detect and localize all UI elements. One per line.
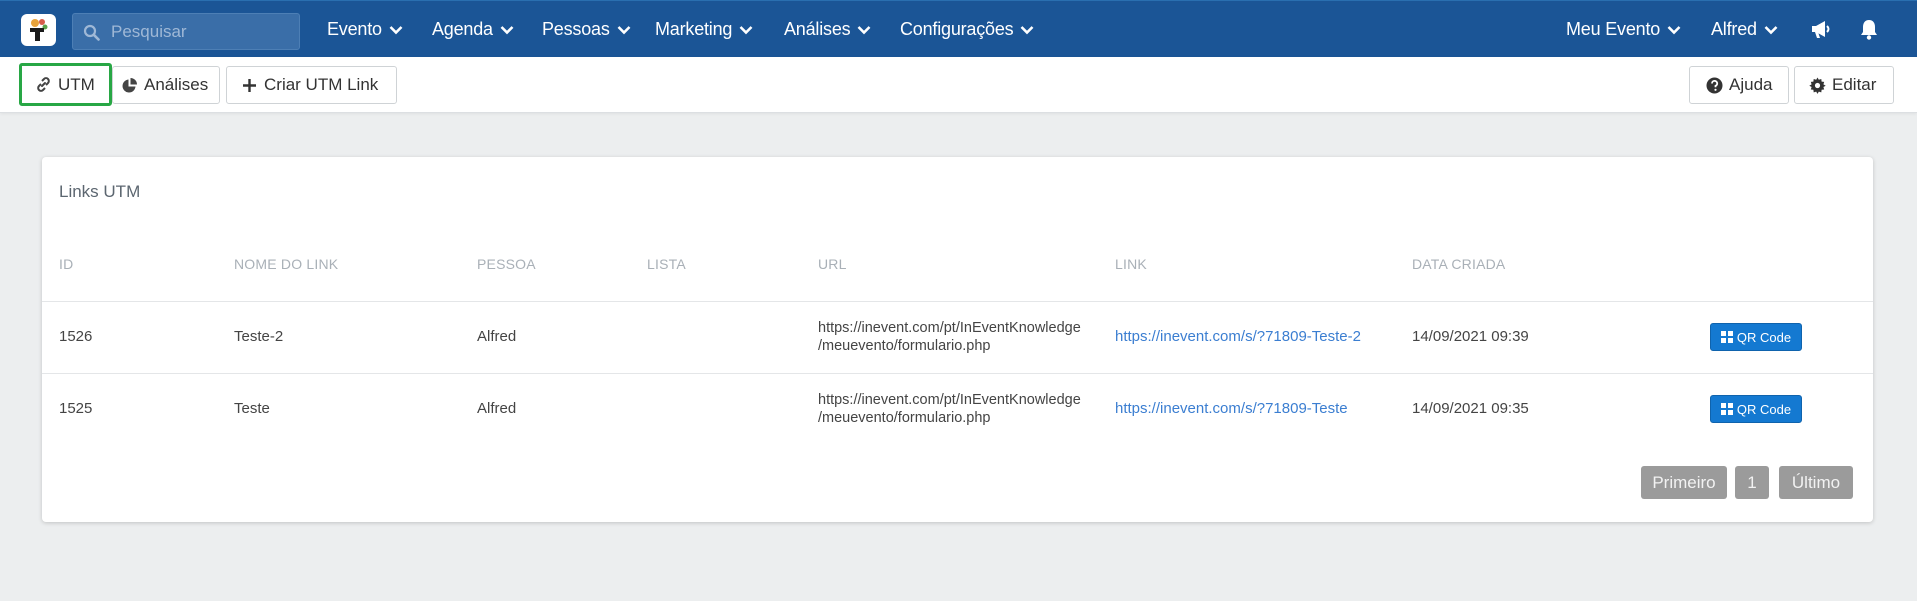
cell-id: 1526 — [59, 328, 93, 345]
help-icon — [1706, 77, 1723, 93]
card-title: Links UTM — [59, 182, 141, 201]
bell-icon[interactable] — [1858, 18, 1880, 40]
nav-analises[interactable]: Análises — [784, 1, 871, 58]
event-selector-label: Meu Evento — [1566, 19, 1661, 39]
pie-chart-icon — [122, 77, 137, 92]
app-logo[interactable] — [21, 14, 56, 46]
event-selector[interactable]: Meu Evento — [1566, 1, 1681, 58]
qr-code-button[interactable]: QR Code — [1710, 323, 1802, 351]
chevron-down-icon — [617, 25, 631, 34]
chevron-down-icon — [1021, 25, 1034, 34]
pagination-page-1[interactable]: 1 — [1735, 466, 1769, 499]
cell-link[interactable]: https://inevent.com/s/?71809-Teste — [1115, 400, 1348, 417]
pagination-last[interactable]: Último — [1779, 466, 1853, 499]
criar-utm-link-label: Criar UTM Link — [264, 75, 379, 94]
header-url: URL — [818, 256, 847, 272]
nav-evento[interactable]: Evento — [327, 1, 403, 58]
chevron-down-icon — [1764, 25, 1778, 34]
pagination-first[interactable]: Primeiro — [1641, 466, 1727, 499]
chevron-down-icon — [858, 25, 871, 34]
header-id: ID — [59, 256, 74, 272]
analises-button[interactable]: Análises — [112, 66, 220, 104]
nav-evento-label: Evento — [327, 19, 382, 39]
utm-button-label: UTM — [58, 74, 95, 94]
toolbar: UTM Análises Criar UTM Link Ajuda Editar — [0, 57, 1917, 113]
cell-nome: Teste-2 — [234, 328, 284, 345]
user-menu[interactable]: Alfred — [1711, 1, 1778, 58]
chevron-down-icon — [500, 25, 514, 34]
nav-analises-label: Análises — [784, 19, 851, 39]
nav-configuracoes-label: Configurações — [900, 19, 1014, 39]
analises-button-label: Análises — [144, 75, 209, 94]
top-navbar: Evento Agenda Pessoas Marketing Análises… — [0, 0, 1917, 57]
search-input[interactable] — [111, 14, 297, 49]
nav-pessoas[interactable]: Pessoas — [542, 1, 631, 58]
qr-code-label: QR Code — [1736, 401, 1792, 417]
criar-utm-link-button[interactable]: Criar UTM Link — [226, 66, 397, 104]
cell-url: https://inevent.com/pt/InEventKnowledge … — [818, 319, 1108, 355]
utm-button[interactable]: UTM — [19, 63, 112, 106]
search-box — [72, 13, 300, 50]
nav-agenda-label: Agenda — [432, 19, 493, 39]
plus-icon — [243, 78, 256, 92]
ajuda-button-label: Ajuda — [1729, 75, 1773, 94]
cell-id: 1525 — [59, 400, 93, 417]
nav-pessoas-label: Pessoas — [542, 19, 610, 39]
cell-url-line: /meuevento/formulario.php — [818, 410, 991, 426]
nav-marketing-label: Marketing — [655, 19, 733, 39]
header-pessoa: PESSOA — [477, 256, 536, 272]
cell-data-criada: 14/09/2021 09:35 — [1412, 400, 1529, 417]
cell-link[interactable]: https://inevent.com/s/?71809-Teste-2 — [1115, 328, 1361, 345]
cell-url-line: https://inevent.com/pt/InEventKnowledge — [818, 392, 1081, 408]
chevron-down-icon — [739, 25, 753, 34]
ajuda-button[interactable]: Ajuda — [1689, 66, 1789, 104]
editar-button[interactable]: Editar — [1794, 66, 1894, 104]
nav-configuracoes[interactable]: Configurações — [900, 1, 1034, 58]
logo-icon — [30, 19, 48, 41]
cell-url: https://inevent.com/pt/InEventKnowledge … — [818, 391, 1108, 427]
qr-code-button[interactable]: QR Code — [1710, 395, 1802, 423]
header-nome-do-link: NOME DO LINK — [234, 256, 339, 272]
cell-nome: Teste — [234, 400, 270, 417]
cell-url-line: https://inevent.com/pt/InEventKnowledge — [818, 320, 1081, 336]
row-divider — [42, 373, 1873, 374]
header-link: LINK — [1115, 256, 1147, 272]
search-icon — [83, 24, 100, 41]
gear-icon — [1809, 77, 1826, 94]
megaphone-icon[interactable] — [1810, 18, 1832, 40]
link-icon — [37, 77, 50, 92]
qrcode-icon — [1720, 331, 1733, 343]
qr-code-label: QR Code — [1736, 329, 1792, 345]
header-data-criada: DATA CRIADA — [1412, 256, 1506, 272]
chevron-down-icon — [389, 25, 403, 34]
cell-data-criada: 14/09/2021 09:39 — [1412, 328, 1529, 345]
nav-marketing[interactable]: Marketing — [655, 1, 753, 58]
cell-url-line: /meuevento/formulario.php — [818, 338, 991, 354]
cell-pessoa: Alfred — [477, 328, 517, 345]
chevron-down-icon — [1667, 25, 1681, 34]
row-divider — [42, 301, 1873, 302]
qrcode-icon — [1720, 403, 1733, 415]
cell-pessoa: Alfred — [477, 400, 517, 417]
header-lista: LISTA — [647, 256, 686, 272]
editar-button-label: Editar — [1832, 75, 1877, 94]
user-name: Alfred — [1711, 19, 1757, 39]
nav-agenda[interactable]: Agenda — [432, 1, 514, 58]
utm-links-card: Links UTM ID NOME DO LINK PESSOA LISTA U… — [42, 157, 1873, 522]
